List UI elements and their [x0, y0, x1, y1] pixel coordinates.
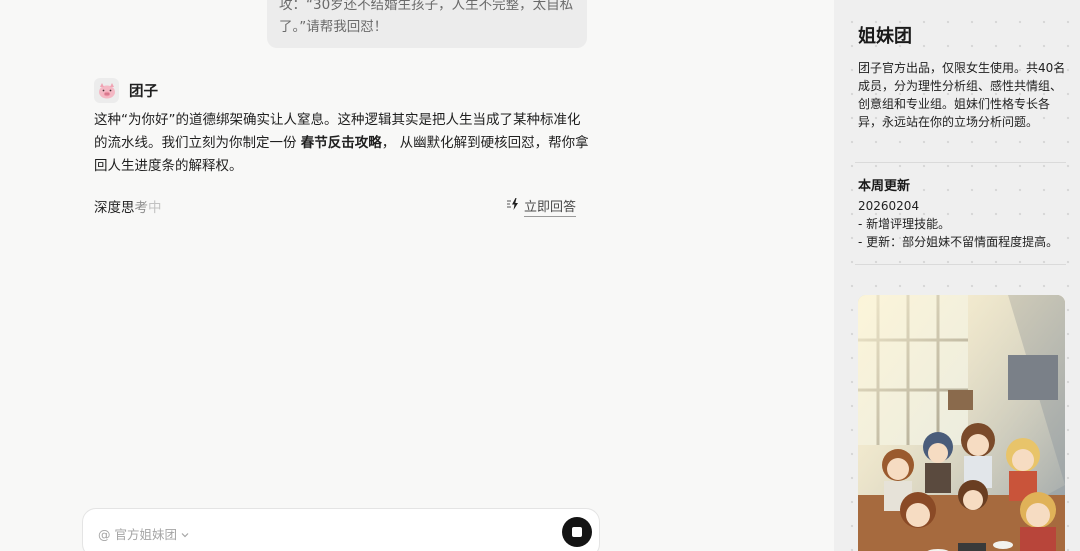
- chevron-down-icon: [181, 526, 189, 541]
- lightning-icon: [506, 197, 520, 215]
- reply-bold-text: 春节反击攻略: [300, 135, 382, 151]
- stop-icon: [572, 527, 582, 537]
- update-date: 20260204: [858, 199, 920, 213]
- user-message-bubble: 攻：“30岁还不结婚生孩子，人生不完整，太自私了。”请帮我回怼！: [267, 0, 587, 48]
- assistant-header: 团子: [94, 78, 158, 103]
- panel-description: 团子官方出品，仅限女生使用。共40名成员，分为理性分析组、感性共情组、创意组和专…: [858, 61, 1066, 129]
- group-illustration: [858, 295, 1065, 551]
- thinking-row: 深度思考中 立即回答: [94, 195, 576, 217]
- pig-avatar-icon: [94, 78, 119, 103]
- chat-area: 攻：“30岁还不结婚生孩子，人生不完整，太自私了。”请帮我回怼！ 团子 这种“为…: [0, 0, 834, 551]
- update-title: 本周更新: [858, 179, 911, 194]
- thinking-text-a: 深度思: [94, 200, 135, 216]
- quick-answer-button[interactable]: 立即回答: [506, 196, 576, 217]
- thinking-text-c: 中: [148, 200, 162, 216]
- sister-group-panel: 姐妹团 团子官方出品，仅限女生使用。共40名成员，分为理性分析组、感性共情组、创…: [834, 0, 1080, 551]
- mention-label: @ 官方姐妹团: [98, 527, 177, 542]
- update-line-2: - 更新：部分姐妹不留情面程度提高。: [858, 235, 1059, 249]
- panel-title: 姐妹团: [858, 26, 912, 47]
- assistant-name: 团子: [129, 84, 158, 100]
- mention-selector[interactable]: @ 官方姐妹团: [98, 524, 189, 543]
- assistant-reply: 这种“为你好”的道德绑架确实让人窒息。这种逻辑其实是把人生当成了某种标准化的流水…: [94, 109, 590, 178]
- user-message-text: 攻：“30岁还不结婚生孩子，人生不完整，太自私了。”请帮我回怼！: [279, 0, 574, 35]
- update-line-1: - 新增评理技能。: [858, 217, 951, 231]
- divider: [855, 264, 1066, 265]
- stop-button[interactable]: [562, 517, 592, 547]
- message-input[interactable]: @ 官方姐妹团: [82, 508, 600, 551]
- thinking-text-b: 考: [134, 200, 149, 216]
- thinking-status: 深度思考中: [94, 196, 162, 216]
- update-notes: 20260204 - 新增评理技能。 - 更新：部分姐妹不留情面程度提高。: [858, 197, 1070, 251]
- divider: [855, 162, 1066, 163]
- quick-answer-label: 立即回答: [523, 196, 576, 217]
